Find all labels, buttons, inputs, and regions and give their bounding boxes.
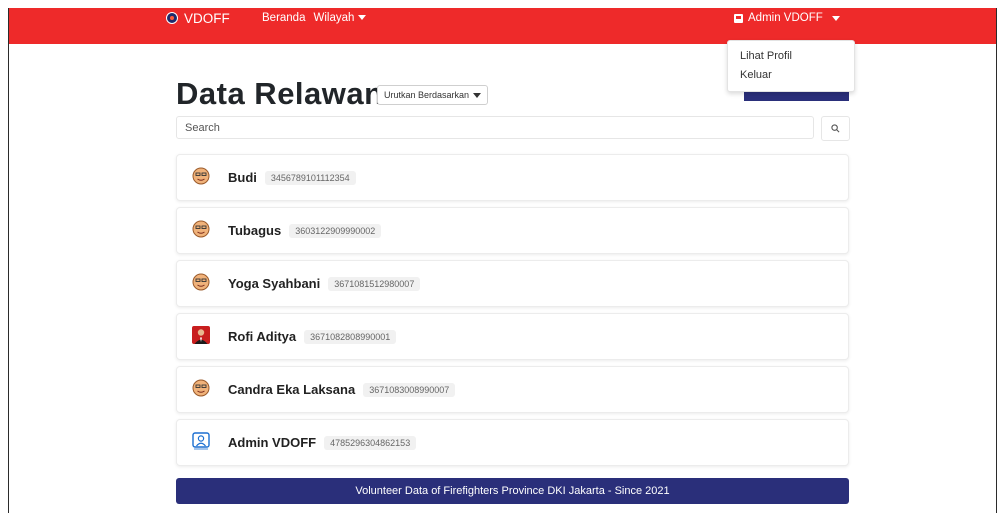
volunteer-name: Candra Eka Laksana 3671083008990007: [228, 382, 456, 397]
page-title: Data Relawan: [176, 76, 384, 111]
volunteer-nik: 4785296304862153: [324, 436, 417, 450]
nav-link-wilayah[interactable]: Wilayah: [313, 12, 367, 24]
volunteer-nik: 3671081512980007: [328, 277, 421, 291]
search-input[interactable]: [176, 116, 814, 139]
volunteer-card[interactable]: Yoga Syahbani 3671081512980007: [176, 260, 849, 307]
navbar: [9, 8, 996, 44]
volunteer-card[interactable]: Tubagus 3603122909990002: [176, 207, 849, 254]
volunteer-name: Admin VDOFF 4785296304862153: [228, 435, 417, 450]
emoji-face-icon: [192, 273, 210, 291]
volunteer-card[interactable]: Admin VDOFF 4785296304862153: [176, 419, 849, 466]
nav-link-wilayah-label: Wilayah: [313, 12, 355, 24]
chevron-down-icon: [358, 15, 367, 21]
nav-links: Beranda Wilayah: [262, 12, 367, 24]
volunteer-nik: 3603122909990002: [289, 224, 382, 238]
volunteer-name-text: Budi: [228, 170, 257, 185]
emoji-face-icon: [192, 167, 210, 185]
brand-name: VDOFF: [184, 10, 230, 26]
footer-banner: Volunteer Data of Firefighters Province …: [176, 478, 849, 504]
volunteer-nik: 3671083008990007: [363, 383, 456, 397]
volunteer-name-text: Rofi Aditya: [228, 329, 297, 344]
menu-item-lihat-profil[interactable]: Lihat Profil: [740, 50, 792, 62]
user-dropdown-menu: Lihat Profil Keluar: [727, 40, 855, 92]
volunteer-name-text: Tubagus: [228, 223, 282, 238]
volunteer-name: Tubagus 3603122909990002: [228, 223, 382, 238]
volunteer-card[interactable]: Rofi Aditya 3671082808990001: [176, 313, 849, 360]
brand[interactable]: VDOFF: [166, 9, 230, 27]
volunteer-name: Yoga Syahbani 3671081512980007: [228, 276, 421, 291]
volunteer-name: Budi 3456789101112354: [228, 170, 356, 185]
volunteer-name-text: Admin VDOFF: [228, 435, 317, 450]
user-menu-toggle[interactable]: Admin VDOFF: [734, 12, 840, 24]
sort-dropdown-label: Urutkan Berdasarkan: [384, 90, 470, 100]
brand-logo-icon: [166, 12, 178, 24]
emoji-face-icon: [192, 379, 210, 397]
user-menu-label: Admin VDOFF: [748, 12, 823, 24]
search-icon: [831, 124, 840, 133]
volunteer-nik: 3456789101112354: [264, 171, 356, 185]
user-profile-icon: [192, 432, 210, 450]
volunteer-nik: 3671082808990001: [304, 330, 397, 344]
volunteer-name-text: Yoga Syahbani: [228, 276, 321, 291]
search-button[interactable]: [821, 116, 850, 141]
chevron-down-icon: [473, 92, 482, 98]
volunteer-name-text: Candra Eka Laksana: [228, 382, 356, 397]
user-badge-icon: [734, 13, 743, 23]
emoji-face-icon: [192, 220, 210, 238]
sort-dropdown-button[interactable]: Urutkan Berdasarkan: [377, 85, 489, 105]
volunteer-card[interactable]: Budi 3456789101112354: [176, 154, 849, 201]
footer-text: Volunteer Data of Firefighters Province …: [355, 485, 670, 497]
menu-item-keluar[interactable]: Keluar: [740, 69, 772, 81]
chevron-down-icon: [831, 15, 840, 21]
volunteer-name: Rofi Aditya 3671082808990001: [228, 329, 397, 344]
nav-link-beranda[interactable]: Beranda: [262, 12, 305, 24]
photo-avatar: [192, 326, 210, 344]
volunteer-card[interactable]: Candra Eka Laksana 3671083008990007: [176, 366, 849, 413]
